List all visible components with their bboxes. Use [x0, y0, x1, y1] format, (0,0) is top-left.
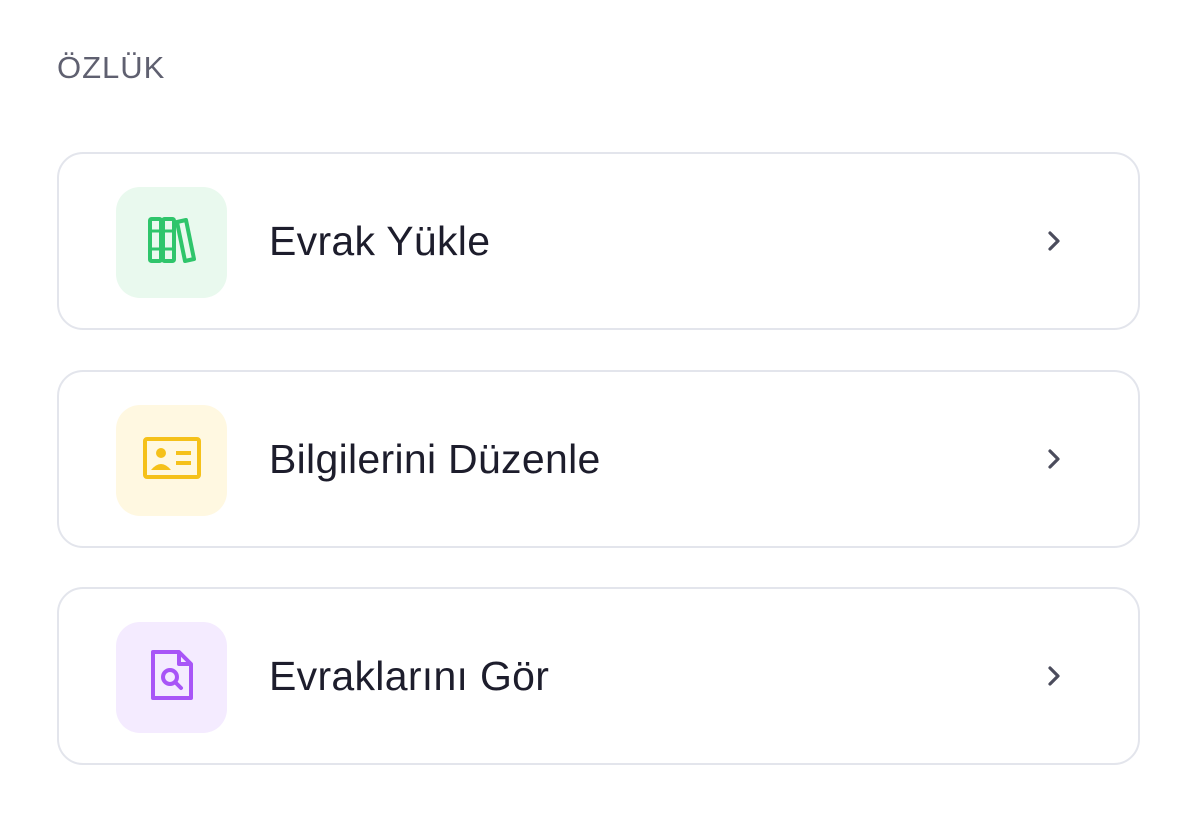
chevron-right-icon — [1042, 447, 1066, 471]
menu-item-label: Evraklarını Gör — [269, 653, 550, 699]
chevron-right-icon — [1042, 229, 1066, 253]
menu-item-label: Bilgilerini Düzenle — [269, 436, 601, 482]
menu-item-evrak-yukle[interactable]: Evrak Yükle — [57, 152, 1140, 330]
icon-tile — [116, 622, 227, 733]
icon-tile — [116, 405, 227, 516]
menu-item-label: Evrak Yükle — [269, 218, 491, 264]
menu-item-evraklarini-gor[interactable]: Evraklarını Gör — [57, 587, 1140, 765]
document-search-icon — [149, 649, 195, 706]
id-card-icon — [142, 436, 202, 485]
section-title: ÖZLÜK — [57, 50, 166, 85]
menu-item-bilgilerini-duzenle[interactable]: Bilgilerini Düzenle — [57, 370, 1140, 548]
books-icon — [146, 215, 198, 270]
icon-tile — [116, 187, 227, 298]
chevron-right-icon — [1042, 664, 1066, 688]
